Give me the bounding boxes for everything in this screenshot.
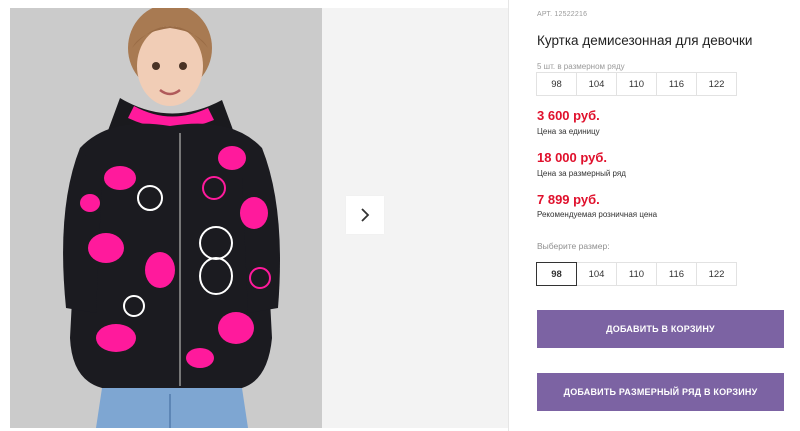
next-photo-button[interactable] (346, 196, 384, 234)
size-picker: 98 104 110 116 122 (536, 262, 737, 286)
product-gallery (0, 0, 508, 431)
size-row-cell: 122 (696, 72, 737, 96)
size-option-98[interactable]: 98 (536, 262, 577, 286)
unit-price-label: Цена за единицу (537, 127, 600, 136)
size-row-table: 98 104 110 116 122 (536, 72, 737, 96)
size-option-122[interactable]: 122 (696, 262, 737, 286)
size-row-cell: 116 (656, 72, 697, 96)
unit-price: 3 600 руб. (537, 108, 600, 123)
child-jacket-illustration (10, 8, 322, 428)
size-row-cell: 110 (616, 72, 657, 96)
chevron-right-icon (361, 208, 370, 222)
size-option-104[interactable]: 104 (576, 262, 617, 286)
product-photo[interactable] (10, 8, 322, 428)
row-price-label: Цена за размерный ряд (537, 169, 626, 178)
size-option-110[interactable]: 110 (616, 262, 657, 286)
add-size-row-to-cart-button[interactable]: ДОБАВИТЬ РАЗМЕРНЫЙ РЯД В КОРЗИНУ (537, 373, 784, 411)
row-price: 18 000 руб. (537, 150, 608, 165)
add-to-cart-button[interactable]: ДОБАВИТЬ В КОРЗИНУ (537, 310, 784, 348)
size-row-note: 5 шт. в размерном ряду (537, 62, 625, 71)
size-row-cell: 98 (536, 72, 577, 96)
product-title: Куртка демисезонная для девочки (537, 33, 753, 48)
retail-price: 7 899 руб. (537, 192, 600, 207)
retail-price-label: Рекомендуемая розничная цена (537, 210, 658, 219)
size-option-116[interactable]: 116 (656, 262, 697, 286)
article-number: АРТ. 12522216 (537, 11, 588, 18)
size-picker-label: Выберите размер: (537, 241, 610, 251)
vertical-divider (508, 0, 509, 431)
size-row-cell: 104 (576, 72, 617, 96)
